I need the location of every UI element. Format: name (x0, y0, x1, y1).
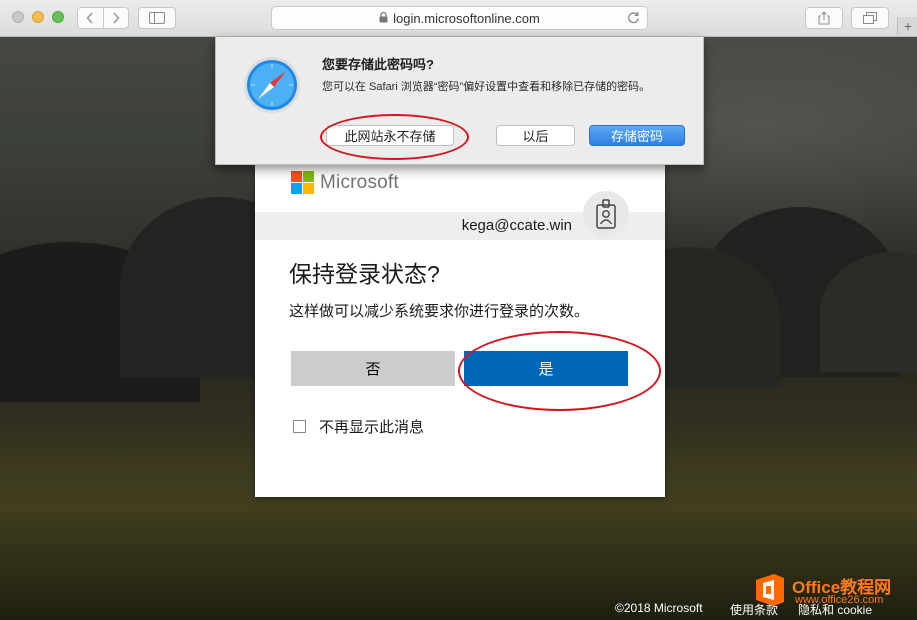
minimize-window-button[interactable] (32, 11, 44, 23)
badge-icon (583, 191, 629, 237)
safari-compass-icon (244, 57, 300, 113)
dont-show-again-checkbox[interactable] (293, 420, 306, 433)
office-logo-icon (756, 574, 784, 606)
microsoft-logo-icon (291, 171, 314, 194)
annotation-circle-never (320, 114, 469, 160)
sidebar-toggle-button[interactable] (138, 7, 176, 29)
lock-icon (379, 11, 388, 26)
microsoft-logo: Microsoft (291, 171, 399, 194)
share-icon (818, 11, 830, 25)
sidebar-icon (149, 12, 165, 24)
zoom-window-button[interactable] (52, 11, 64, 23)
brand-name: Microsoft (320, 171, 399, 193)
account-email: kega@ccate.win (461, 217, 572, 234)
page-title: 保持登录状态? (289, 261, 440, 287)
new-tab-button[interactable]: + (897, 17, 917, 35)
share-button[interactable] (805, 7, 843, 29)
sheet-title: 您要存储此密码吗? (322, 57, 434, 72)
tabs-overview-button[interactable] (851, 7, 889, 29)
reload-icon[interactable] (627, 11, 640, 27)
save-password-button[interactable]: 存储密码 (589, 125, 685, 146)
not-now-button[interactable]: 以后 (496, 125, 575, 146)
back-icon[interactable] (78, 8, 104, 28)
dont-show-again-label: 不再显示此消息 (319, 419, 425, 436)
safari-toolbar: login.microsoftonline.com + (0, 0, 917, 37)
annotation-circle-yes (458, 331, 661, 411)
login-card: Microsoft kega@ccate.win 保持登录状态? 这样做可以减少… (255, 165, 665, 497)
history-nav (77, 7, 129, 29)
sheet-description: 您可以在 Safari 浏览器“密码”偏好设置中查看和移除已存储的密码。 (322, 81, 651, 93)
watermark-url: www.office26.com (795, 594, 884, 606)
forward-icon[interactable] (104, 8, 129, 28)
dont-show-again-row[interactable]: 不再显示此消息 (293, 416, 424, 437)
watermark: Office教程网 www.office26.com (752, 570, 917, 620)
copyright-text: ©2018 Microsoft (615, 601, 703, 615)
close-window-button[interactable] (12, 11, 24, 23)
tabs-icon (863, 12, 877, 24)
address-bar[interactable]: login.microsoftonline.com (271, 6, 648, 30)
no-button[interactable]: 否 (291, 351, 455, 386)
url-text: login.microsoftonline.com (393, 10, 540, 26)
page-description: 这样做可以减少系统要求你进行登录的次数。 (289, 303, 590, 320)
